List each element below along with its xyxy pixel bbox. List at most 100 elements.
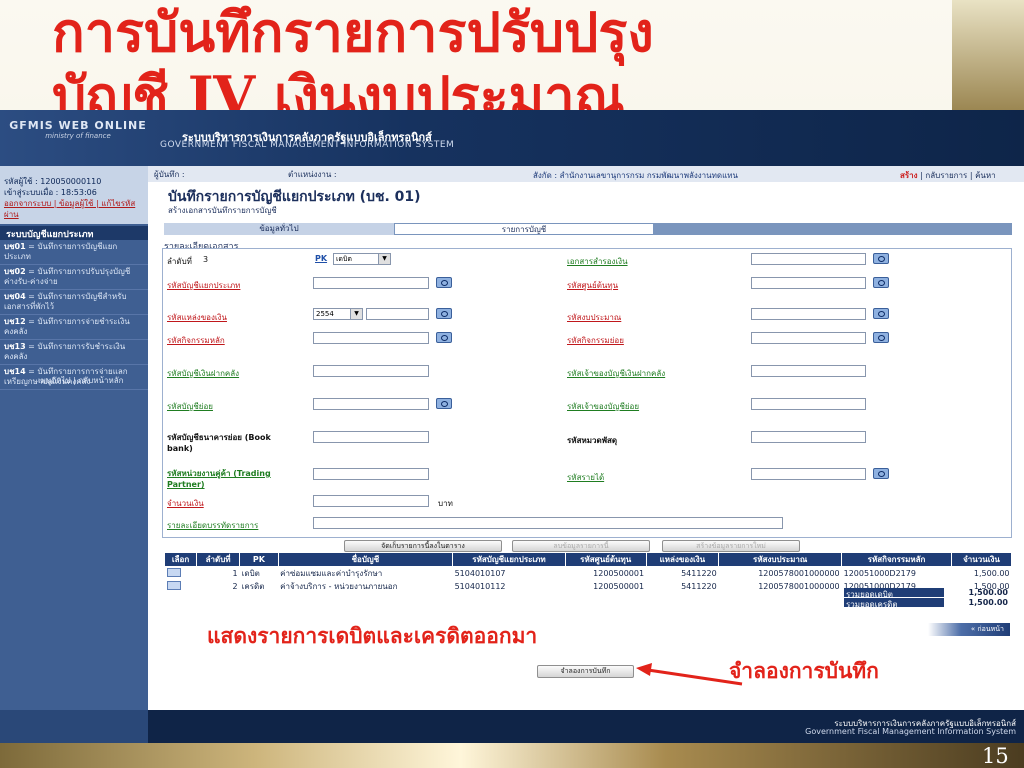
description-label[interactable]: รายละเอียดบรรทัดรายการ <box>167 519 258 532</box>
budget-label[interactable]: รหัสงบประมาณ <box>567 311 621 324</box>
sidebar-item-bch01[interactable]: บช01 = บันทึกรายการบัญชีแยกประเภท <box>0 240 148 265</box>
seq-label: ลำดับที่ <box>167 257 192 266</box>
col-select: เลือก <box>163 552 198 567</box>
sub-account-owner-input[interactable] <box>751 398 866 410</box>
search-icon[interactable] <box>436 398 452 409</box>
main-activity-label[interactable]: รหัสกิจกรรมหลัก <box>167 334 225 347</box>
treasury-owner-label[interactable]: รหัสเจ้าของบัญชีเงินฝากคลัง <box>567 367 665 380</box>
tab-account-items[interactable]: รายการบัญชี <box>394 223 654 235</box>
table-row[interactable]: 1 เดบิต ค่าซ่อมแซมและค่าบำรุงรักษา 51040… <box>165 567 1012 581</box>
search-icon[interactable] <box>436 308 452 319</box>
totals-box: รวมยอดเดบิต 1,500.00 รวมยอดเครดิต 1,500.… <box>844 588 1010 609</box>
col-account-name: ชื่อบัญชี <box>277 552 454 567</box>
slide-decoration-top-right <box>952 0 1024 112</box>
app-window: GFMIS WEB ONLINE ministry of finance ระบ… <box>0 110 1024 743</box>
sidebar-item-bch12[interactable]: บช12 = บันทึกรายการจ่ายชำระเงินคงคลัง <box>0 315 148 340</box>
cost-center-label[interactable]: รหัสศูนย์ต้นทุน <box>567 279 618 292</box>
slide-title-line1: การบันทึกรายการปรับปรุง <box>52 0 654 64</box>
amount-input[interactable] <box>313 495 429 507</box>
simulate-save-button[interactable]: จำลองการบันทึก <box>537 665 634 678</box>
sub-activity-label[interactable]: รหัสกิจกรรมย่อย <box>567 334 624 347</box>
previous-page-button[interactable]: « ก่อนหน้า <box>928 623 1010 636</box>
annotation-debit-credit: แสดงรายการเดบิตและเครดิตออกมา <box>207 624 538 648</box>
cell-gl: 5104010107 <box>454 569 506 578</box>
save-line-button[interactable]: จัดเก็บรายการนี้ลงในตาราง <box>344 540 502 552</box>
main-activity-input[interactable] <box>313 332 429 344</box>
asset-input[interactable] <box>751 431 866 443</box>
sub-account-input[interactable] <box>313 398 429 410</box>
sidebar-menu: บช01 = บันทึกรายการบัญชีแยกประเภท บช02 =… <box>0 240 148 390</box>
bank-account-input[interactable] <box>313 431 429 443</box>
col-pk: PK <box>239 552 279 567</box>
sidebar-item-bch04[interactable]: บช04 = บันทึกรายการบัญชีสำหรับเอกสารที่พ… <box>0 290 148 315</box>
user-id-label: รหัสผู้ใช้ : 120050000110 <box>4 177 102 186</box>
position-label: ตำแหน่งงาน : <box>288 170 337 179</box>
treasury-label[interactable]: รหัสบัญชีเงินฝากคลัง <box>167 367 239 380</box>
gl-input[interactable] <box>313 277 429 289</box>
annotation-arrow <box>636 663 743 686</box>
cell-pk: เครดิต <box>241 582 265 591</box>
col-seq: ลำดับที่ <box>196 552 241 567</box>
logo-main-text: GFMIS WEB ONLINE <box>9 119 147 132</box>
pk-select[interactable]: เดบิต ▼ <box>333 253 391 265</box>
edit-row-icon[interactable] <box>166 568 181 577</box>
sidebar-item-bch02[interactable]: บช02 = บันทึกรายการปรับปรุงบัญชีค่างรับ-… <box>0 265 148 290</box>
user-links[interactable]: ออกจากระบบ | ข้อมูลผู้ใช้ | แก้ไขรหัสผ่า… <box>4 198 144 220</box>
trading-partner-input[interactable] <box>313 468 429 480</box>
total-credit-value: 1,500.00 <box>968 598 1008 607</box>
new-line-button[interactable]: สร้างข้อมูลรายการใหม่ <box>662 540 800 552</box>
account-items-table: เลือก ลำดับที่ PK ชื่อบัญชี รหัสบัญชีแยก… <box>163 552 1013 593</box>
fund-source-input[interactable] <box>366 308 429 320</box>
form-subtitle: สร้างเอกสารบันทึกรายการบัญชี <box>168 206 277 215</box>
app-footer: ระบบบริหารการเงินการคลังภาครัฐแบบอิเล็กท… <box>0 710 1024 743</box>
budget-input[interactable] <box>751 308 866 320</box>
description-input[interactable] <box>313 517 783 529</box>
treasury-input[interactable] <box>313 365 429 377</box>
cost-center-input[interactable] <box>751 277 866 289</box>
other-actions-links[interactable]: | กลับรายการ | ค้นหา <box>920 171 996 180</box>
asset-label: รหัสหมวดพัสดุ <box>567 436 618 445</box>
row-select-cell[interactable] <box>165 580 197 593</box>
logo-sub-text: ministry of finance <box>45 132 111 140</box>
sidebar-item-bch13[interactable]: บช13 = บันทึกรายการรับชำระเงินคงคลัง <box>0 340 148 365</box>
trading-partner-label[interactable]: รหัสหน่วยงานคู่ค้า (Trading Partner) <box>167 467 287 489</box>
sidebar-footer-links[interactable]: เมนูถัดไป | กลับหน้าหลัก <box>38 374 123 387</box>
revenue-input[interactable] <box>751 468 866 480</box>
search-icon[interactable] <box>873 468 889 479</box>
row-select-cell[interactable] <box>165 567 197 581</box>
amount-label[interactable]: จำนวนเงิน <box>167 497 204 510</box>
context-actions: สร้าง | กลับรายการ | ค้นหา <box>900 169 996 182</box>
gl-label[interactable]: รหัสบัญชีแยกประเภท <box>167 279 240 292</box>
search-icon[interactable] <box>873 332 889 343</box>
search-icon[interactable] <box>873 253 889 264</box>
tab-general-info[interactable]: ข้อมูลทั่วไป <box>164 223 394 235</box>
treasury-owner-input[interactable] <box>751 365 866 377</box>
total-debit-row: รวมยอดเดบิต 1,500.00 <box>844 588 1010 599</box>
create-link[interactable]: สร้าง <box>900 171 918 180</box>
search-icon[interactable] <box>436 332 452 343</box>
doc-ref-label[interactable]: เอกสารสำรองเงิน <box>567 255 628 268</box>
fund-year-value: 2554 <box>316 310 334 318</box>
search-icon[interactable] <box>873 308 889 319</box>
cell-budget: 1200578001000000 <box>758 582 840 591</box>
sub-account-label[interactable]: รหัสบัญชีย่อย <box>167 400 213 413</box>
app-header: GFMIS WEB ONLINE ministry of finance ระบ… <box>0 110 1024 166</box>
pk-label[interactable]: PK <box>315 254 327 263</box>
col-fund-source: แหล่งของเงิน <box>645 552 720 567</box>
edit-row-icon[interactable] <box>166 581 181 590</box>
total-debit-value: 1,500.00 <box>968 588 1008 597</box>
gfmis-logo: GFMIS WEB ONLINE ministry of finance <box>8 120 148 160</box>
fund-source-label[interactable]: รหัสแหล่งของเงิน <box>167 311 227 324</box>
amount-unit: บาท <box>438 499 453 508</box>
sub-activity-input[interactable] <box>751 332 866 344</box>
revenue-label[interactable]: รหัสรายได้ <box>567 471 604 484</box>
search-icon[interactable] <box>873 277 889 288</box>
doc-ref-input[interactable] <box>751 253 866 265</box>
table-header-row: เลือก ลำดับที่ PK ชื่อบัญชี รหัสบัญชีแยก… <box>163 552 1013 567</box>
search-icon[interactable] <box>436 277 452 288</box>
delete-line-button[interactable]: ลบข้อมูลรายการนี้ <box>512 540 650 552</box>
fund-year-select[interactable]: 2554 ▼ <box>313 308 363 320</box>
user-links-text[interactable]: ออกจากระบบ | ข้อมูลผู้ใช้ | แก้ไขรหัสผ่า… <box>4 199 135 219</box>
cell-seq: 1 <box>232 569 238 578</box>
sub-account-owner-label[interactable]: รหัสเจ้าของบัญชีย่อย <box>567 400 639 413</box>
